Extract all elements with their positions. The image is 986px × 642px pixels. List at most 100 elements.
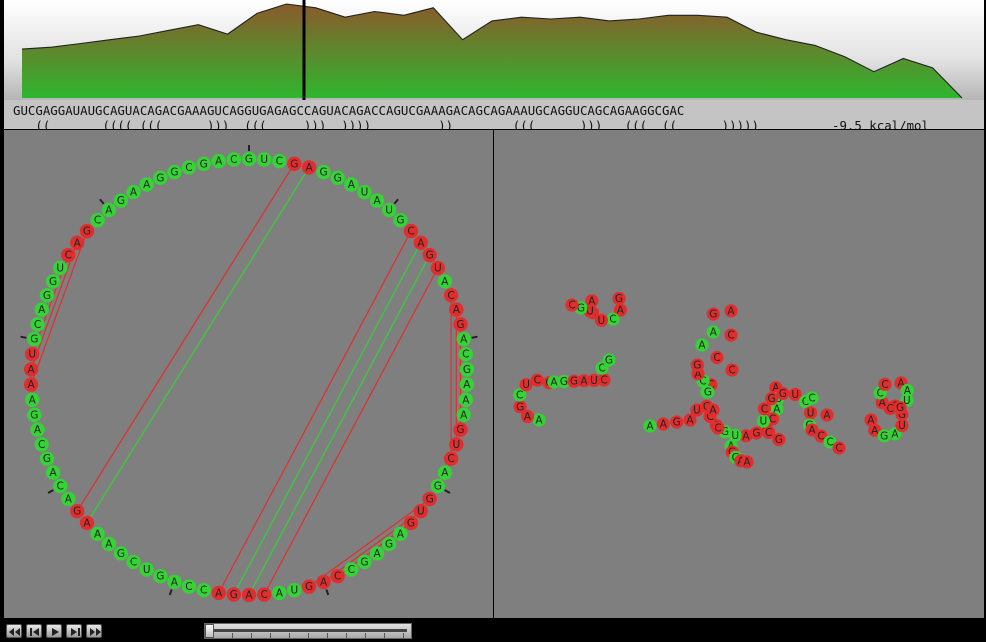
nucleotide[interactable]: A: [369, 193, 385, 208]
structure-nucleotide[interactable]: A: [706, 325, 720, 339]
nucleotide[interactable]: U: [430, 260, 445, 276]
nucleotide[interactable]: A: [45, 465, 61, 480]
nucleotide[interactable]: U: [53, 260, 68, 276]
nucleotide[interactable]: A: [344, 177, 359, 192]
nucleotide[interactable]: G: [381, 536, 397, 552]
nucleotide[interactable]: G: [113, 193, 129, 208]
structure-nucleotide[interactable]: U: [804, 406, 818, 420]
nucleotide[interactable]: G: [430, 478, 445, 494]
nucleotide[interactable]: G: [167, 164, 182, 180]
nucleotide[interactable]: G: [459, 362, 475, 377]
structure-nucleotide[interactable]: A: [724, 304, 738, 318]
nucleotide[interactable]: C: [61, 247, 76, 263]
nucleotide[interactable]: G: [153, 569, 168, 584]
nucleotide[interactable]: A: [413, 235, 428, 250]
nucleotide[interactable]: G: [422, 491, 437, 507]
nucleotide[interactable]: U: [287, 583, 302, 598]
nucleotide[interactable]: C: [443, 451, 459, 466]
nucleotide[interactable]: G: [153, 170, 168, 185]
structure-nucleotide[interactable]: A: [643, 419, 657, 433]
nucleotide[interactable]: C: [226, 152, 241, 167]
nucleotide[interactable]: A: [456, 331, 471, 347]
nucleotide[interactable]: G: [241, 151, 257, 167]
structure-nucleotide[interactable]: G: [670, 415, 684, 429]
structure-nucleotide[interactable]: C: [832, 441, 846, 455]
nucleotide[interactable]: U: [449, 437, 464, 452]
nucleotide[interactable]: C: [126, 554, 141, 570]
nucleotide[interactable]: A: [211, 153, 226, 169]
nucleotide[interactable]: A: [126, 184, 141, 200]
nucleotide[interactable]: C: [30, 317, 45, 332]
play-button[interactable]: [46, 624, 62, 638]
nucleotide[interactable]: G: [27, 331, 42, 347]
nucleotide[interactable]: A: [70, 235, 85, 250]
nucleotide[interactable]: A: [456, 407, 471, 423]
nucleotide[interactable]: G: [330, 170, 345, 185]
nucleotide[interactable]: C: [90, 213, 105, 228]
frame-slider[interactable]: [204, 623, 412, 639]
nucleotide[interactable]: G: [39, 288, 55, 303]
nucleotide[interactable]: C: [181, 579, 197, 594]
structure-nucleotide[interactable]: U: [756, 414, 770, 428]
nucleotide[interactable]: A: [316, 574, 331, 590]
nucleotide[interactable]: C: [53, 478, 68, 494]
structure-nucleotide[interactable]: A: [695, 338, 709, 352]
circle-plot-panel[interactable]: GUCGAGGAUAUGCAGUACAGACGAAAGUCAGGUGAGAGCC…: [4, 130, 493, 618]
structure-nucleotide[interactable]: G: [602, 353, 616, 367]
nucleotide[interactable]: A: [301, 160, 317, 175]
structure-nucleotide[interactable]: A: [656, 417, 670, 431]
structure-nucleotide[interactable]: G: [765, 392, 779, 406]
nucleotide[interactable]: G: [301, 579, 317, 594]
structure-nucleotide[interactable]: G: [690, 358, 704, 372]
nucleotide[interactable]: G: [357, 554, 372, 570]
structure-nucleotide[interactable]: C: [711, 421, 725, 435]
nucleotide[interactable]: C: [344, 562, 359, 577]
nucleotide[interactable]: G: [316, 164, 331, 180]
circle-plot[interactable]: G U C G A G GAUAUGCAGUACAGACGAAAGUCAGGUGAGAGCC…: [4, 130, 493, 618]
first-frame-button[interactable]: [6, 624, 22, 638]
nucleotide[interactable]: A: [393, 526, 408, 541]
nucleotide[interactable]: A: [79, 515, 95, 531]
nucleotide[interactable]: A: [369, 546, 385, 561]
nucleotide[interactable]: A: [61, 491, 76, 507]
nucleotide[interactable]: A: [449, 302, 464, 317]
nucleotide[interactable]: G: [70, 504, 85, 519]
structure-nucleotide[interactable]: C: [710, 350, 724, 365]
structure-nucleotide[interactable]: G: [776, 386, 790, 400]
nucleotide[interactable]: G: [45, 274, 61, 289]
nucleotide[interactable]: C: [403, 223, 419, 239]
nucleotide[interactable]: U: [381, 202, 397, 218]
structure-nucleotide[interactable]: A: [740, 455, 754, 469]
structure-nucleotide[interactable]: C: [724, 328, 738, 342]
nucleotide[interactable]: A: [23, 377, 39, 392]
nucleotide[interactable]: G: [422, 247, 437, 263]
nucleotide[interactable]: G: [113, 546, 129, 561]
nucleotide[interactable]: A: [211, 585, 226, 601]
nucleotide[interactable]: A: [459, 377, 475, 392]
structure-nucleotide[interactable]: A: [532, 413, 546, 427]
structure-nucleotide[interactable]: C: [530, 373, 544, 387]
energy-profile-plot[interactable]: [4, 0, 984, 100]
nucleotide[interactable]: C: [330, 569, 345, 584]
slider-thumb[interactable]: [205, 624, 214, 638]
last-frame-button[interactable]: [86, 624, 102, 638]
nucleotide[interactable]: G: [79, 223, 95, 239]
nucleotide[interactable]: A: [437, 465, 453, 480]
previous-frame-button[interactable]: [26, 624, 42, 638]
nucleotide[interactable]: U: [413, 504, 428, 519]
nucleotide[interactable]: C: [272, 153, 287, 169]
nucleotide[interactable]: U: [257, 152, 272, 167]
nucleotide[interactable]: U: [25, 347, 40, 362]
nucleotide[interactable]: C: [257, 587, 272, 602]
structure-nucleotide[interactable]: G: [513, 400, 527, 414]
nucleotide[interactable]: C: [196, 583, 211, 598]
nucleotide[interactable]: G: [27, 407, 42, 423]
nucleotide[interactable]: A: [25, 392, 40, 407]
nucleotide[interactable]: A: [139, 177, 154, 192]
structure-nucleotide[interactable]: C: [606, 312, 620, 326]
nucleotide[interactable]: A: [241, 587, 257, 603]
structure-nucleotide[interactable]: A: [820, 408, 834, 422]
structure-nucleotide[interactable]: C: [805, 391, 819, 405]
nucleotide[interactable]: G: [226, 587, 241, 602]
structure-nucleotide[interactable]: G: [701, 385, 715, 399]
